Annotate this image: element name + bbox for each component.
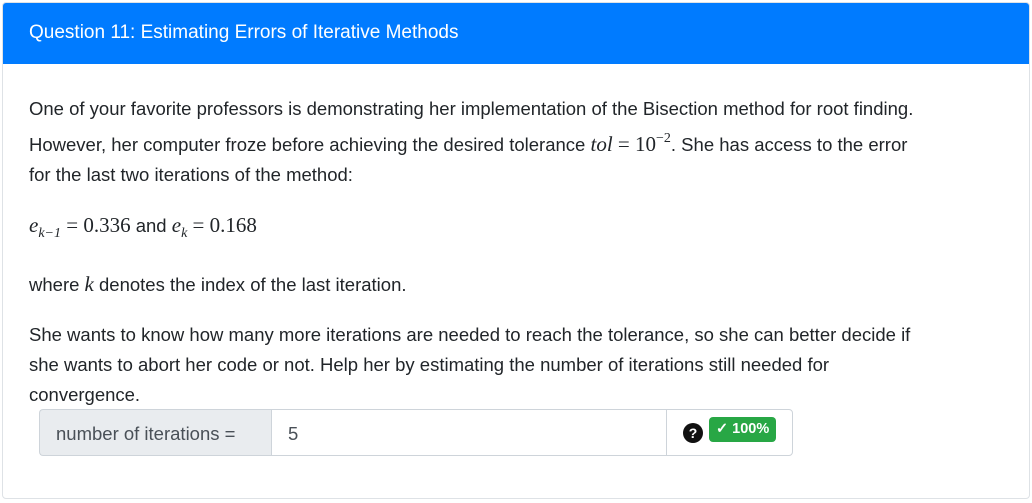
tol-exponent: −2 (656, 131, 671, 146)
question-card: Question 11: Estimating Errors of Iterat… (2, 2, 1030, 499)
index-note-text-a: where (29, 274, 85, 295)
tol-variable: tol (590, 132, 613, 156)
answer-status: ? ✓ 100% (666, 409, 793, 456)
question-body: One of your favorite professors is demon… (3, 64, 1029, 410)
question-circle-icon[interactable]: ? (683, 422, 703, 443)
e-prev-value: = 0.336 (61, 213, 131, 237)
error-values: ek−1 = 0.336 and ek = 0.168 (29, 210, 1029, 249)
question-title: Question 11: Estimating Errors of Iterat… (3, 3, 1029, 64)
k-variable: k (85, 272, 94, 296)
score-badge: ✓ 100% (709, 417, 777, 442)
error-prev-equation: ek−1 = 0.336 (29, 213, 131, 241)
error-last-equation: ek = 0.168 (171, 213, 257, 241)
answer-label: number of iterations = (39, 409, 271, 456)
and-text: and (130, 215, 172, 236)
task-text-line-2: she wants to abort her code or not. Help… (29, 354, 830, 375)
e-prev-subscript: k−1 (38, 226, 61, 241)
problem-text-line-2a: However, her computer froze before achie… (29, 134, 591, 155)
e-last-value: = 0.168 (187, 213, 257, 237)
answer-input[interactable]: 5 (271, 409, 666, 456)
task-text-line-1: She wants to know how many more iteratio… (29, 324, 911, 345)
tolerance-equation: tol = 10−2 (590, 131, 671, 156)
index-note-text-b: denotes the index of the last iteration. (93, 274, 407, 295)
tol-value: = 10 (612, 132, 656, 156)
e-variable: e (171, 213, 182, 237)
problem-paragraph: One of your favorite professors is demon… (29, 94, 1029, 190)
e-variable: e (29, 213, 39, 237)
problem-text-line-3: for the last two iterations of the metho… (29, 164, 353, 185)
problem-text-line-2b: . She has access to the error (670, 134, 908, 155)
problem-text-line-1: One of your favorite professors is demon… (29, 98, 914, 119)
index-note: where k denotes the index of the last it… (29, 269, 1029, 300)
task-text-line-3: convergence. (29, 384, 141, 405)
answer-input-group: number of iterations = 5 ? ✓ 100% (39, 409, 793, 456)
task-paragraph: She wants to know how many more iteratio… (29, 320, 1029, 410)
k-symbol: k (84, 272, 94, 296)
